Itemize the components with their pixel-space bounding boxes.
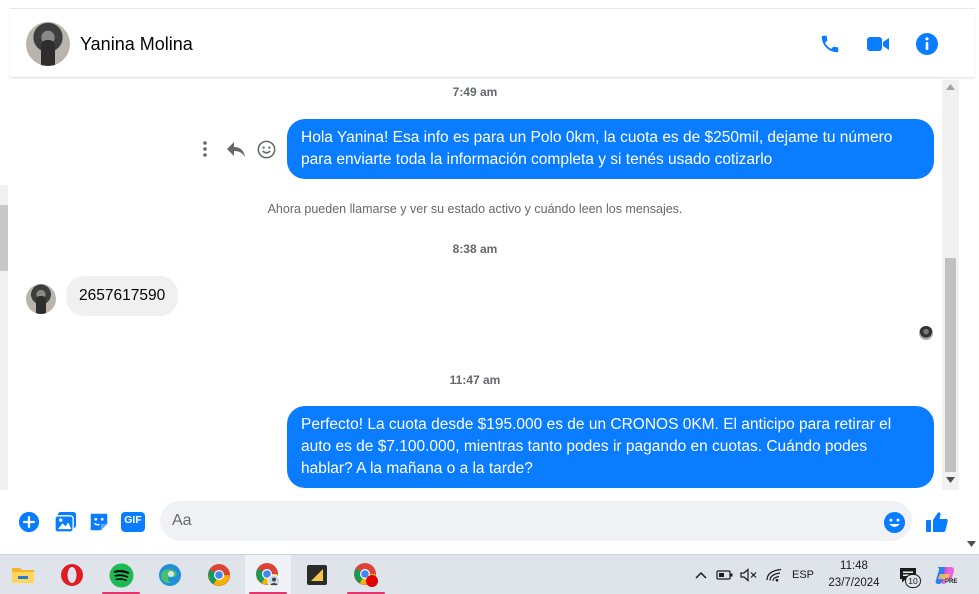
scroll-up-arrow-icon[interactable] [946, 84, 955, 90]
more-options-icon[interactable] [195, 139, 215, 159]
outgoing-message[interactable]: Perfecto! La cuota desde $195.000 es de … [287, 406, 934, 488]
messenger-window: Yanina Molina 7:49 am Hola Yanina! Esa i… [0, 0, 979, 594]
info-icon[interactable] [915, 32, 939, 56]
message-list: 7:49 am Hola Yanina! Esa info es para un… [10, 79, 940, 491]
copilot-icon[interactable]: PRE [930, 555, 960, 594]
wifi-icon[interactable] [763, 555, 785, 594]
emoji-icon[interactable] [882, 510, 906, 534]
message-text-line: para enviarte toda la información comple… [301, 151, 773, 168]
edge-browser-icon[interactable] [147, 555, 193, 594]
timestamp: 7:49 am [452, 85, 498, 99]
opera-browser-icon[interactable] [49, 555, 95, 594]
message-text-line: Perfecto! La cuota desde $195.000 es de … [301, 416, 892, 433]
react-emoji-icon[interactable] [256, 139, 276, 159]
contact-avatar[interactable] [26, 22, 70, 66]
scroll-down-arrow-icon[interactable] [946, 477, 955, 483]
message-input[interactable] [160, 501, 912, 541]
taskbar-clock[interactable]: 11:48 23/7/2024 [818, 558, 890, 592]
add-plus-icon[interactable] [17, 510, 41, 534]
chrome-browser-icon[interactable] [196, 555, 242, 594]
phone-icon[interactable] [818, 32, 842, 56]
language-indicator[interactable]: ESP [788, 555, 818, 594]
message-text-line: hablar? A la mañana o a la tarde? [301, 460, 533, 477]
contact-name[interactable]: Yanina Molina [80, 34, 193, 55]
read-receipt-avatar [919, 326, 933, 340]
system-notice: Ahora pueden llamarse y ver su estado ac… [267, 202, 683, 216]
sender-avatar[interactable] [26, 284, 56, 314]
reply-icon[interactable] [226, 139, 246, 159]
outgoing-message[interactable]: Hola Yanina! Esa info es para un Polo 0k… [287, 119, 934, 179]
timestamp: 11:47 am [449, 373, 501, 387]
spotify-icon[interactable] [98, 555, 144, 594]
chat-scrollbar-thumb[interactable] [945, 258, 956, 472]
chrome-notification-icon[interactable] [343, 555, 389, 594]
file-explorer-icon[interactable] [0, 555, 46, 594]
conversation-header: Yanina Molina [10, 10, 975, 78]
message-text-line: Hola Yanina! Esa info es para un Polo 0k… [301, 129, 893, 146]
attach-image-icon[interactable] [53, 510, 77, 534]
copilot-pre-badge: PRE [945, 579, 958, 585]
page-scroll-down-arrow-icon[interactable] [967, 541, 976, 547]
top-strip [10, 0, 975, 9]
notification-count-badge: 10 [905, 574, 921, 588]
video-call-icon[interactable] [866, 32, 890, 56]
battery-icon[interactable] [714, 555, 736, 594]
incoming-message[interactable]: 2657617590 [66, 276, 179, 316]
show-hidden-icons-chevron-icon[interactable] [690, 555, 712, 594]
speaker-muted-icon[interactable] [738, 555, 760, 594]
clock-time: 11:48 [840, 560, 868, 572]
message-composer: GIF [10, 492, 965, 552]
clock-date: 23/7/2024 [828, 577, 880, 589]
chrome-profile-icon[interactable] [245, 555, 291, 594]
notification-center-icon[interactable]: 10 [893, 555, 923, 594]
sticker-icon[interactable] [87, 510, 111, 534]
sticky-notes-icon[interactable] [294, 555, 340, 594]
gif-label: GIF [124, 514, 142, 526]
timestamp: 8:38 am [452, 242, 498, 256]
like-thumbs-up-icon[interactable] [925, 510, 949, 534]
windows-taskbar: ESP 11:48 23/7/2024 10 PRE [0, 554, 979, 594]
message-text-line: auto es de $7.100.000, mientras tanto po… [301, 438, 868, 455]
left-scrollbar-thumb[interactable] [0, 205, 8, 271]
left-scrollbar[interactable] [0, 185, 8, 490]
chat-scrollbar[interactable] [942, 80, 959, 490]
gif-icon[interactable]: GIF [121, 510, 145, 534]
